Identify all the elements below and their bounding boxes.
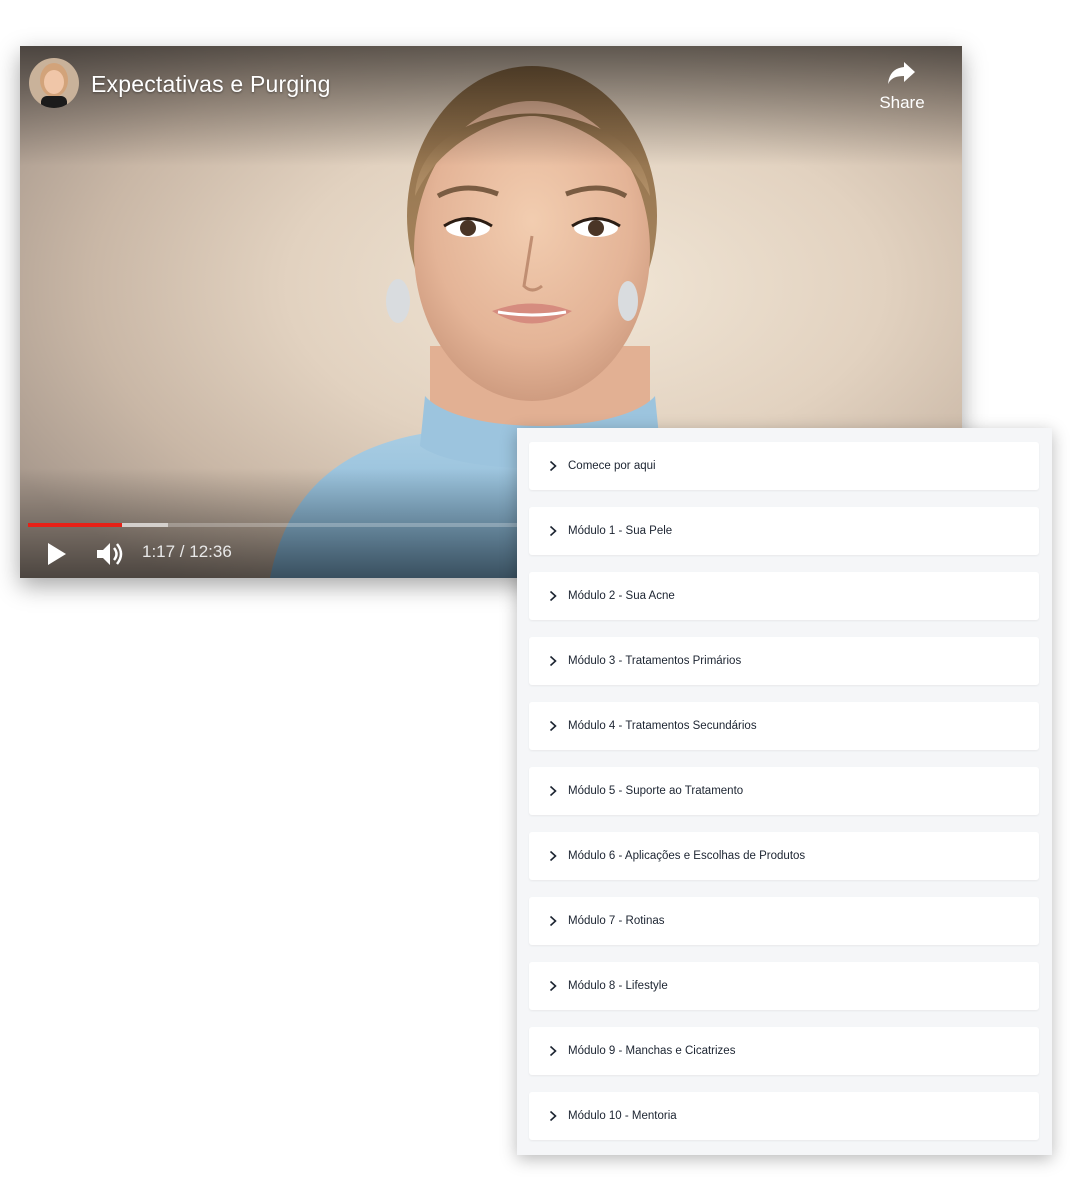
module-label: Módulo 1 - Sua Pele: [568, 525, 673, 537]
chevron-right-icon: [549, 980, 557, 992]
module-label: Módulo 5 - Suporte ao Tratamento: [568, 785, 744, 797]
time-readout: 1:17 / 12:36: [142, 542, 232, 561]
play-button[interactable]: [46, 536, 68, 572]
module-item[interactable]: Módulo 7 - Rotinas: [529, 897, 1039, 945]
chevron-right-icon: [549, 915, 557, 927]
module-label: Módulo 7 - Rotinas: [568, 915, 665, 927]
module-item[interactable]: Módulo 3 - Tratamentos Primários: [529, 637, 1039, 685]
chevron-right-icon: [549, 850, 557, 862]
chevron-right-icon: [549, 525, 557, 537]
chevron-right-icon: [549, 655, 557, 667]
module-item[interactable]: Módulo 9 - Manchas e Cicatrizes: [529, 1027, 1039, 1075]
module-label: Módulo 10 - Mentoria: [568, 1110, 677, 1122]
module-label: Módulo 9 - Manchas e Cicatrizes: [568, 1045, 736, 1057]
module-label: Módulo 4 - Tratamentos Secundários: [568, 720, 757, 732]
channel-avatar[interactable]: [29, 58, 79, 108]
module-label: Módulo 3 - Tratamentos Primários: [568, 655, 742, 667]
module-label: Módulo 6 - Aplicações e Escolhas de Prod…: [568, 850, 806, 862]
progress-played: [28, 523, 123, 527]
module-item[interactable]: Módulo 10 - Mentoria: [529, 1092, 1039, 1140]
module-label: Módulo 8 - Lifestyle: [568, 980, 668, 992]
module-item[interactable]: Módulo 8 - Lifestyle: [529, 962, 1039, 1010]
chevron-right-icon: [549, 720, 557, 732]
module-item[interactable]: Módulo 2 - Sua Acne: [529, 572, 1039, 620]
module-label: Comece por aqui: [568, 460, 656, 472]
volume-button[interactable]: [94, 536, 124, 574]
chevron-right-icon: [549, 590, 557, 602]
chevron-right-icon: [549, 785, 557, 797]
module-item[interactable]: Módulo 1 - Sua Pele: [529, 507, 1039, 555]
module-item[interactable]: Módulo 4 - Tratamentos Secundários: [529, 702, 1039, 750]
module-item[interactable]: Módulo 6 - Aplicações e Escolhas de Prod…: [529, 832, 1039, 880]
share-label: Share: [879, 93, 925, 112]
top-gradient: [20, 46, 962, 166]
module-item[interactable]: Módulo 5 - Suporte ao Tratamento: [529, 767, 1039, 815]
module-label: Módulo 2 - Sua Acne: [568, 590, 675, 602]
chevron-right-icon: [549, 1110, 557, 1122]
video-title[interactable]: Expectativas e Purging: [91, 71, 331, 98]
share-button[interactable]: Share: [872, 60, 932, 113]
share-arrow-icon: [888, 62, 915, 84]
play-icon: [48, 543, 66, 565]
avatar-image: [29, 58, 79, 108]
stage: Expectativas e Purging Share 1:17 / 12:3…: [0, 0, 1080, 1200]
chevron-right-icon: [549, 1045, 557, 1057]
modules-list: Comece por aqui Módulo 1 - Sua Pele Módulo…: [517, 428, 1052, 1155]
module-item[interactable]: Comece por aqui: [529, 442, 1039, 490]
chevron-right-icon: [549, 460, 557, 472]
volume-icon: [97, 543, 123, 565]
